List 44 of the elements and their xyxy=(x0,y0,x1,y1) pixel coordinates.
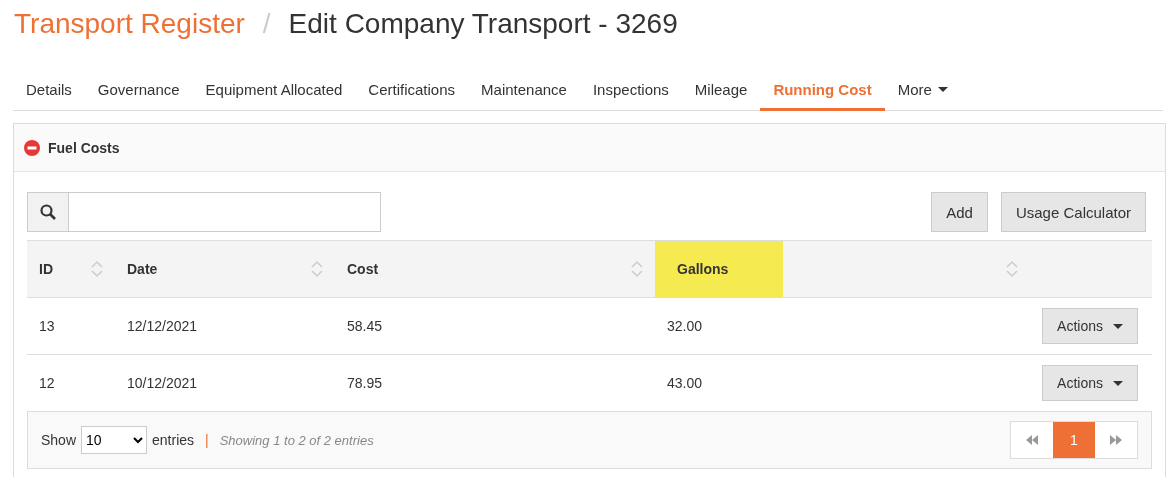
sort-icon[interactable] xyxy=(1006,259,1018,279)
tab[interactable]: Mileage xyxy=(681,70,761,111)
column-heading[interactable]: Date xyxy=(127,261,158,277)
actions-button[interactable]: Actions xyxy=(1042,308,1138,344)
separator: | xyxy=(205,432,209,448)
sort-icon[interactable] xyxy=(631,259,643,279)
toolbar-button[interactable]: Add xyxy=(931,192,988,232)
search-field[interactable] xyxy=(27,192,381,232)
table-cell: 12 xyxy=(39,375,55,391)
table-cell: 78.95 xyxy=(347,375,383,391)
tab[interactable]: Certifications xyxy=(355,70,469,111)
sort-icon[interactable] xyxy=(91,259,103,279)
column-heading[interactable]: ID xyxy=(39,261,53,277)
page-size-select[interactable]: 10 xyxy=(81,426,148,454)
breadcrumb-separator: / xyxy=(262,8,271,40)
actions-button[interactable]: Actions xyxy=(1042,365,1138,401)
table-cell: 32.00 xyxy=(667,318,703,334)
tab[interactable]: Details xyxy=(13,70,85,111)
collapse-icon[interactable] xyxy=(24,139,40,156)
toolbar-button[interactable]: Usage Calculator xyxy=(1000,192,1146,232)
tab[interactable]: Governance xyxy=(84,70,193,111)
table-cell: 10/12/2021 xyxy=(127,375,198,391)
tab[interactable]: Inspections xyxy=(579,70,682,111)
table-cell: 58.45 xyxy=(347,318,383,334)
tab[interactable]: Maintenance xyxy=(468,70,580,111)
show-label: Show xyxy=(41,432,77,448)
entries-label: entries xyxy=(152,432,195,448)
table-cell: 13 xyxy=(39,318,55,334)
caret-icon xyxy=(1113,323,1123,329)
panel-title: Fuel Costs xyxy=(48,139,120,156)
entries-info: Showing 1 to 2 of 2 entries xyxy=(219,432,374,448)
page-title: Edit Company Transport - 3269 xyxy=(288,8,678,40)
highlighted-heading: Gallons xyxy=(655,241,783,297)
next-icon[interactable] xyxy=(1110,435,1122,445)
column-heading[interactable]: Cost xyxy=(347,261,379,277)
table-cell: 43.00 xyxy=(667,375,703,391)
tab[interactable]: Equipment Allocated xyxy=(192,70,356,111)
table-cell: 12/12/2021 xyxy=(127,318,198,334)
sort-icon[interactable] xyxy=(311,259,323,279)
caret-icon xyxy=(937,86,948,92)
previous-icon[interactable] xyxy=(1026,435,1038,445)
caret-icon xyxy=(1113,380,1123,386)
tab[interactable]: More xyxy=(884,70,961,111)
search-icon xyxy=(40,204,56,220)
